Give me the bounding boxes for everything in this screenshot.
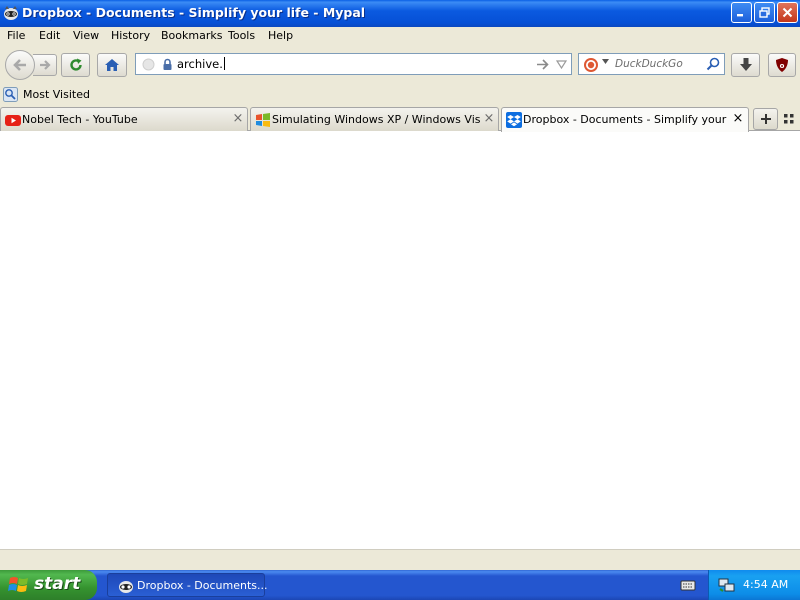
back-button[interactable] [5,50,35,80]
lock-icon [163,58,172,70]
menu-bookmarks[interactable]: Bookmarks [161,29,222,42]
start-button[interactable]: start [0,570,97,600]
most-visited-icon [3,87,18,102]
taskbar-item-label: Dropbox - Documents... [137,579,268,592]
reload-icon [69,58,82,71]
forward-arrow-icon [39,60,51,70]
ublock-origin-button[interactable]: o [768,53,796,77]
tab-close-icon[interactable]: × [483,112,495,125]
title-bar[interactable]: Dropbox - Documents - Simplify your life… [0,0,800,27]
menu-edit[interactable]: Edit [39,29,60,42]
windows-flag-icon [8,577,28,592]
menu-tools[interactable]: Tools [228,29,255,42]
reload-button[interactable] [61,53,90,77]
restore-icon [759,7,770,18]
tab-youtube[interactable]: Nobel Tech - YouTube × [0,107,248,131]
home-icon [105,59,119,71]
page-content-area[interactable] [0,131,800,549]
text-caret [223,57,225,70]
menu-bar: File Edit View History Bookmarks Tools H… [0,27,800,46]
tab-label: Nobel Tech - YouTube [22,113,138,126]
search-input[interactable]: DuckDuckGo [615,58,683,70]
system-tray: 4:54 AM [708,570,800,600]
tab-simulating-windows[interactable]: Simulating Windows XP / Windows Vista /…… [250,107,499,131]
bookmark-label: Most Visited [23,88,90,101]
close-window-button[interactable] [777,2,798,23]
svg-text:o: o [780,62,785,70]
list-all-tabs-button[interactable] [781,111,797,127]
minimize-icon [737,14,743,17]
bookmarks-toolbar: Most Visited [0,84,800,106]
network-icon[interactable] [718,577,736,593]
tab-strip: Nobel Tech - YouTube × Simulating Window… [0,106,800,132]
tab-close-icon[interactable]: × [732,112,744,125]
menu-help[interactable]: Help [268,29,293,42]
url-value: archive. [177,57,223,71]
back-arrow-icon [13,59,26,71]
menu-file[interactable]: File [7,29,25,42]
window-title: Dropbox - Documents - Simplify your life… [22,5,366,20]
tab-label: Dropbox - Documents - Simplify your life [523,113,728,126]
menu-view[interactable]: View [73,29,99,42]
youtube-icon [5,115,21,126]
ublock-shield-icon: o [776,58,788,72]
downloads-button[interactable] [731,53,760,77]
bookmark-most-visited[interactable]: Most Visited [3,87,90,102]
dropbox-icon [506,112,522,128]
mypal-app-icon [119,581,133,593]
grid-icon [784,114,794,124]
home-button[interactable] [97,53,127,77]
url-text[interactable]: archive. [177,57,225,71]
menu-history[interactable]: History [111,29,150,42]
new-tab-button[interactable] [753,108,778,130]
address-bar[interactable]: archive. [135,53,572,75]
tab-close-icon[interactable]: × [232,112,244,125]
status-bar [0,549,800,570]
keyboard-language-icon[interactable] [680,577,696,593]
url-history-dropdown-icon[interactable] [556,58,567,71]
search-bar[interactable]: DuckDuckGo [578,53,725,75]
plus-icon [760,114,771,124]
start-label: start [34,574,81,594]
go-arrow-icon[interactable] [536,58,550,71]
minimize-button[interactable] [731,2,752,23]
tab-dropbox[interactable]: Dropbox - Documents - Simplify your life… [501,107,749,132]
restore-button[interactable] [754,2,775,23]
engine-dropdown-icon[interactable] [602,59,609,65]
search-icon[interactable] [706,57,720,71]
close-icon [782,7,793,18]
windows-icon [256,113,270,127]
taskbar: start Dropbox - Documents... 4:54 AM [0,570,800,600]
download-arrow-icon [739,58,752,71]
mypal-app-icon [4,6,18,20]
browser-window: Dropbox - Documents - Simplify your life… [0,0,800,570]
forward-button[interactable] [33,54,57,76]
site-identity-icon[interactable] [142,58,155,71]
taskbar-item-dropbox[interactable]: Dropbox - Documents... [107,573,268,597]
tab-label: Simulating Windows XP / Windows Vista /… [272,113,480,126]
clock[interactable]: 4:54 AM [743,578,788,591]
duckduckgo-icon[interactable] [583,57,599,73]
